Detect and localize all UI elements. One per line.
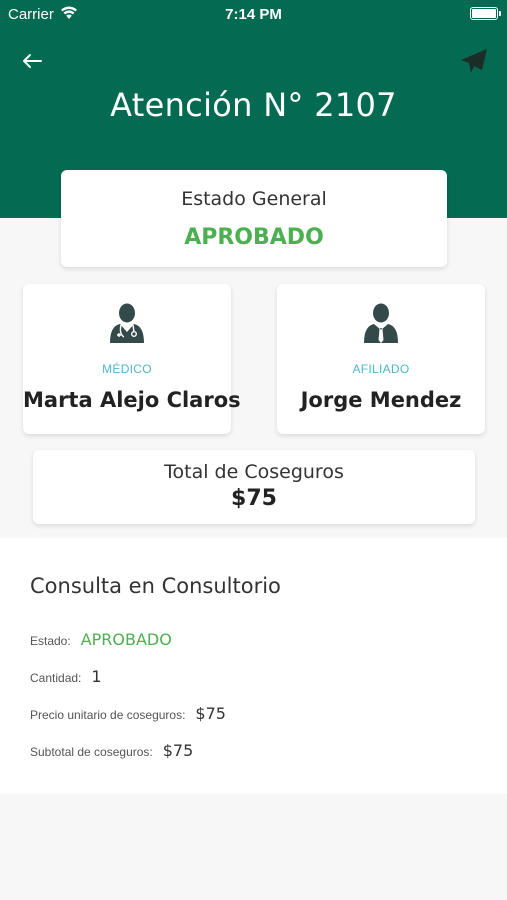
detail-value: 1 <box>91 667 102 686</box>
battery-icon <box>470 7 501 20</box>
detail-key: Estado: <box>30 634 71 648</box>
medico-role-label: MÉDICO <box>102 362 152 376</box>
detail-row-estado: Estado: APROBADO <box>30 630 172 649</box>
detail-value: $75 <box>162 741 194 760</box>
page-title: Atención N° 2107 <box>110 86 397 124</box>
status-bar: Carrier 7:14 PM <box>0 0 507 28</box>
detail-key: Cantidad: <box>30 671 82 685</box>
send-button[interactable] <box>457 44 491 78</box>
detail-value: APROBADO <box>80 630 172 649</box>
afiliado-role-label: AFILIADO <box>352 362 410 376</box>
doctor-icon <box>23 302 231 344</box>
detail-row-subtotal: Subtotal de coseguros: $75 <box>30 741 193 760</box>
medico-name: Marta Alejo Claros <box>23 388 241 412</box>
detail-row-precio-unitario: Precio unitario de coseguros: $75 <box>30 704 226 723</box>
estado-general-label: Estado General <box>181 188 327 210</box>
paper-plane-icon <box>461 49 487 73</box>
detail-key: Subtotal de coseguros: <box>30 745 153 759</box>
afiliado-card[interactable]: AFILIADO Jorge Mendez <box>277 284 485 434</box>
detail-value: $75 <box>195 704 226 723</box>
detail-key: Precio unitario de coseguros: <box>30 708 186 722</box>
total-coseguros-value: $75 <box>231 486 277 511</box>
user-icon <box>277 302 485 344</box>
detail-title: Consulta en Consultorio <box>30 574 281 598</box>
detail-section: Consulta en Consultorio Estado: APROBADO… <box>0 538 507 794</box>
detail-row-cantidad: Cantidad: 1 <box>30 667 102 686</box>
estado-general-card: Estado General APROBADO <box>61 170 447 267</box>
total-coseguros-card: Total de Coseguros $75 <box>33 450 475 524</box>
back-button[interactable] <box>14 44 50 78</box>
estado-general-value: APROBADO <box>184 225 324 250</box>
medico-card[interactable]: MÉDICO Marta Alejo Claros <box>23 284 241 434</box>
total-coseguros-label: Total de Coseguros <box>164 461 344 483</box>
back-arrow-icon <box>23 54 42 68</box>
afiliado-name: Jorge Mendez <box>300 388 462 412</box>
status-time: 7:14 PM <box>225 6 282 23</box>
